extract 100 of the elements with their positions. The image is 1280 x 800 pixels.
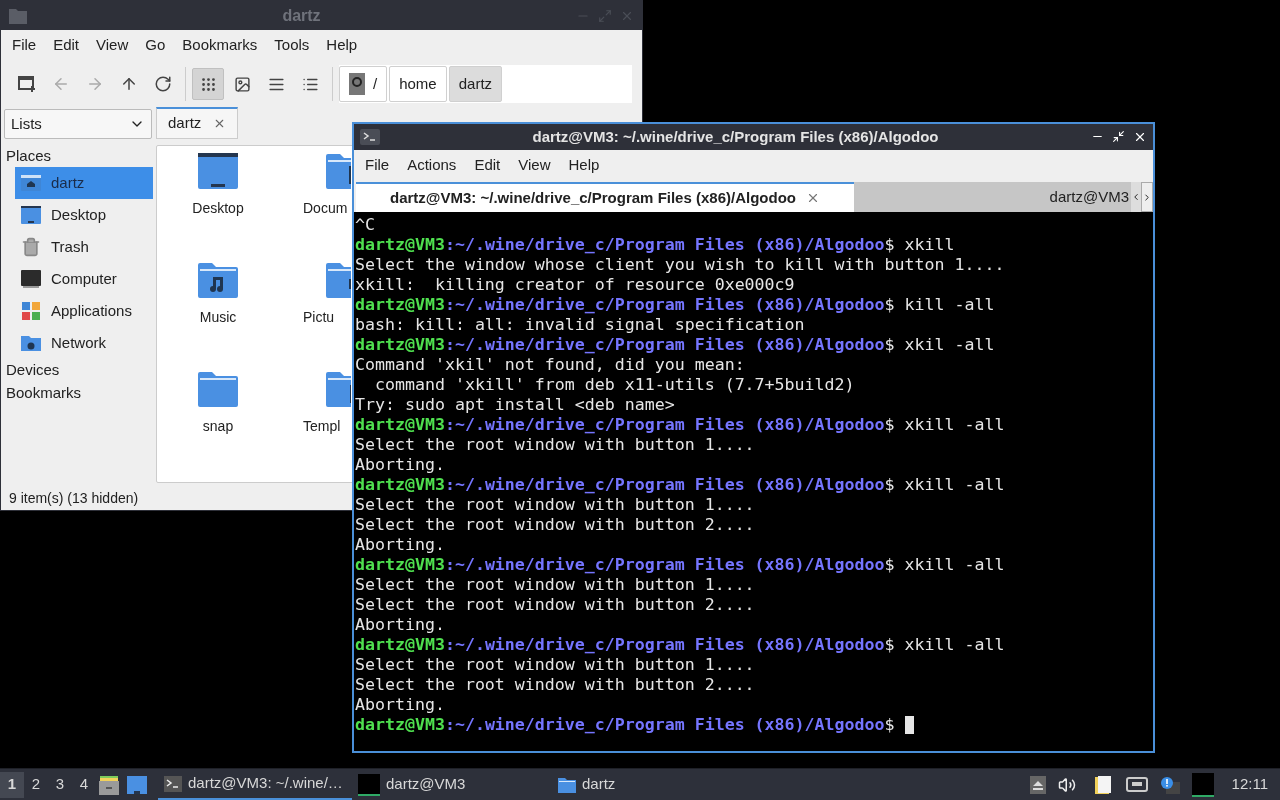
file-cabinet-icon[interactable] (98, 773, 120, 796)
folder-icon (558, 776, 576, 793)
menu-item[interactable]: Actions (398, 150, 466, 180)
eject-icon[interactable] (1029, 775, 1046, 794)
workspace-button[interactable]: 3 (48, 771, 72, 798)
applications-icon (21, 301, 41, 321)
place-item[interactable]: Computer (15, 263, 153, 295)
workspace-button[interactable]: 2 (24, 771, 48, 798)
reload-icon (154, 75, 172, 93)
task-button[interactable]: dartz@VM3 (352, 769, 552, 800)
new-tab-icon (18, 75, 36, 93)
terminal-tab[interactable]: dartz@VM3 (854, 182, 1131, 212)
output-line: Select the root window with button 2.... (355, 675, 756, 695)
window-title: dartz@VM3: ~/.wine/drive_c/Program Files (x86)/Algodoo (531, 126, 940, 147)
prompt-line: dartz@VM3:~/.wine/drive_c/Program Files (x86)/Algodoo$ xkill -all (355, 415, 1006, 435)
folder-icon (9, 7, 27, 24)
output-line: Command 'xkil' not found, did you mean: (355, 355, 746, 375)
path-button[interactable]: / (339, 66, 388, 102)
chevron-right-icon (1142, 191, 1152, 203)
network-icon[interactable] (1125, 775, 1148, 794)
output-line: Aborting. (355, 535, 446, 555)
folder-label: Music (199, 308, 237, 327)
path-button[interactable]: home (389, 66, 447, 102)
folder-label: Templ (303, 417, 341, 436)
section-heading: Places (5, 146, 53, 166)
output-line: Select the window whose client you wish to kill with button 1.... (355, 255, 1006, 275)
terminal-icon (164, 775, 182, 792)
desktop-folder-icon (197, 152, 239, 190)
notes-icon[interactable] (1093, 774, 1114, 795)
network-folder-icon (20, 333, 42, 353)
folder-icon (197, 261, 239, 299)
volume-icon[interactable] (1057, 775, 1076, 794)
computer-icon (20, 269, 42, 289)
terminal-icon (360, 129, 380, 145)
output-line: command 'xkill' from deb x11-utils (7.7+5build2) (373, 375, 856, 395)
place-item[interactable]: Desktop (15, 199, 153, 231)
icons-view-button[interactable] (192, 68, 224, 100)
prompt-line: dartz@VM3:~/.wine/drive_c/Program Files (x86)/Algodoo$ xkill -all (355, 635, 1006, 655)
desktop-icon (20, 205, 42, 225)
output-line: Aborting. (355, 455, 446, 475)
workspace-button[interactable]: 1 (0, 771, 24, 798)
task-button[interactable]: dartz@VM3: ~/.wine/… (158, 769, 352, 800)
drive-icon (349, 73, 365, 95)
output-line: Select the root window with button 2.... (355, 595, 756, 615)
menu-item[interactable]: File (4, 31, 45, 60)
prompt-line: dartz@VM3:~/.wine/drive_c/Program Files (x86)/Algodoo$ xkill -all (355, 475, 1006, 495)
task-button[interactable]: dartz (552, 769, 672, 800)
icons-view-icon (199, 75, 217, 93)
output-line: xkill: killing creator of resource 0xe000c9 (355, 275, 796, 295)
alert-icon[interactable] (1159, 775, 1180, 794)
close-icon[interactable] (1133, 130, 1147, 144)
folder-label: Pictu (303, 308, 335, 327)
folder-label: Docum (303, 199, 348, 218)
workspace-button[interactable]: 4 (72, 771, 96, 798)
chevron-left-icon (1131, 192, 1141, 202)
window-thumbnail-icon (358, 773, 380, 796)
section-heading: Bookmarks (5, 383, 83, 404)
output-line: Aborting. (355, 695, 446, 715)
output-line: Select the root window with button 2.... (355, 515, 756, 535)
side-pane-dropdown[interactable]: Lists (4, 109, 152, 139)
place-item[interactable]: Network (15, 327, 153, 359)
output-line: Aborting. (355, 615, 446, 635)
folder-label: Desktop (192, 199, 244, 218)
forward-icon (86, 75, 104, 93)
folder-label: snap (202, 417, 234, 436)
prompt-line: dartz@VM3:~/.wine/drive_c/Program Files (x86)/Algodoo$ xkill -all (355, 555, 1006, 575)
menu-item[interactable]: Go (137, 31, 174, 60)
back-icon (52, 75, 70, 93)
output-line: bash: kill: all: invalid signal specification (355, 315, 806, 335)
status-text: 9 item(s) (13 hidden) (9, 488, 139, 508)
prompt-line: dartz@VM3:~/.wine/drive_c/Program Files (x86)/Algodoo$ xkil -all (355, 335, 996, 355)
terminal-tab[interactable]: dartz@VM3: ~/.wine/drive_c/Program Files (x86)/Algodoo (356, 182, 854, 212)
trash-icon (21, 237, 41, 257)
output-line: Select the root window with button 1.... (355, 655, 756, 675)
output-line: Select the root window with button 1.... (355, 575, 756, 595)
menu-item[interactable]: Bookmarks (174, 31, 266, 60)
folder-icon (197, 370, 239, 408)
menu-item[interactable]: Tools (266, 31, 318, 60)
window-title: dartz (281, 5, 322, 26)
place-item[interactable]: Applications (15, 295, 153, 327)
menu-item[interactable]: View (509, 150, 560, 180)
window-thumbnail-icon[interactable] (1191, 772, 1214, 797)
desktop-icon[interactable] (126, 774, 148, 795)
menu-item[interactable]: Edit (45, 31, 88, 60)
path-button[interactable]: dartz (448, 66, 503, 102)
section-heading: Devices (5, 360, 61, 381)
output-line: Try: sudo apt install <deb name> (355, 395, 676, 415)
menu-item[interactable]: Help (318, 31, 366, 60)
menu-item[interactable]: Help (559, 150, 609, 180)
place-item[interactable]: Trash (15, 231, 153, 263)
place-item[interactable]: dartz (15, 167, 153, 199)
folder-tab[interactable]: dartz (156, 107, 239, 139)
prompt-line: dartz@VM3:~/.wine/drive_c/Program Files (x86)/Algodoo$ (355, 715, 1152, 735)
menu-item[interactable]: File (356, 150, 399, 180)
prompt-line: dartz@VM3:~/.wine/drive_c/Program Files (x86)/Algodoo$ kill -all (355, 295, 996, 315)
output-line: Select the root window with button 1.... (355, 435, 756, 455)
restore-icon[interactable] (1112, 130, 1125, 143)
menu-item[interactable]: Edit (465, 150, 510, 180)
menu-item[interactable]: View (88, 31, 137, 60)
prompt-line: dartz@VM3:~/.wine/drive_c/Program Files (x86)/Algodoo$ xkill (355, 235, 956, 255)
